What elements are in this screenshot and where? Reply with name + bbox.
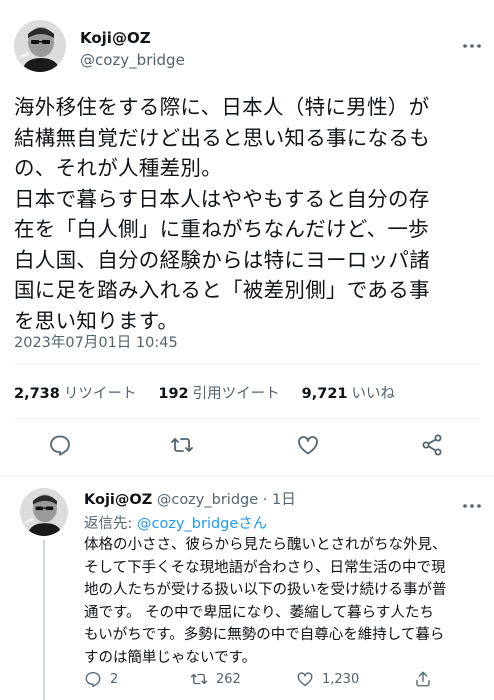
more-options-icon[interactable] bbox=[462, 494, 482, 508]
reply-time[interactable]: 1日 bbox=[272, 492, 296, 508]
like-count: 1,230 bbox=[322, 671, 360, 687]
reply-to-line: 返信先: @cozy_bridgeさん bbox=[84, 512, 267, 533]
tweet-body: 海外移住をする際に、日本人（特に男性）が 結構無自覚だけど出ると思い知る事になる… bbox=[14, 95, 430, 333]
reply-icon bbox=[85, 671, 101, 688]
tweet-timestamp[interactable]: 2023年07月01日 10:45 bbox=[14, 331, 178, 352]
avatar-portrait-image bbox=[20, 488, 68, 536]
quote-count-stat[interactable]: 192 引用ツイート bbox=[158, 382, 279, 403]
retweet-icon bbox=[190, 673, 208, 685]
reply-body: 体格の小ささ、彼らから見たら醜いとされがちな外見、 そして下手くそな現地語が合わ… bbox=[84, 537, 447, 666]
display-name[interactable]: Koji@OZ bbox=[80, 29, 151, 47]
reply-to-label: 返信先: bbox=[84, 516, 137, 532]
reply-action-bar: 2 262 1,230 bbox=[84, 670, 488, 690]
reply-count: 2 bbox=[110, 671, 119, 687]
divider bbox=[14, 363, 480, 364]
share-icon bbox=[416, 671, 430, 687]
tweet-action-bar bbox=[0, 433, 494, 459]
reply-display-name[interactable]: Koji@OZ bbox=[84, 492, 152, 508]
reply-avatar[interactable] bbox=[20, 488, 68, 536]
reply-header: Koji@OZ @cozy_bridge · 1日 bbox=[84, 488, 296, 509]
divider bbox=[14, 418, 480, 419]
thread-connector-line bbox=[43, 540, 45, 700]
retweet-count-stat[interactable]: 2,738 リツイート bbox=[14, 382, 136, 403]
reply-handle[interactable]: @cozy_bridge bbox=[157, 492, 258, 508]
avatar-portrait-image bbox=[14, 20, 66, 72]
reply-icon[interactable] bbox=[48, 433, 72, 457]
like-icon[interactable] bbox=[296, 433, 320, 457]
engagement-stats: 2,738 リツイート 192 引用ツイート 9,721 いいね bbox=[14, 382, 395, 403]
reply-to-handle-link[interactable]: @cozy_bridgeさん bbox=[137, 516, 267, 532]
like-count-stat[interactable]: 9,721 いいね bbox=[302, 382, 395, 403]
user-handle[interactable]: @cozy_bridge bbox=[80, 51, 185, 69]
avatar[interactable] bbox=[14, 20, 66, 72]
divider bbox=[0, 476, 494, 477]
separator-dot: · bbox=[262, 492, 268, 508]
retweet-count: 262 bbox=[216, 671, 241, 687]
like-icon bbox=[297, 672, 313, 687]
reply-like-button[interactable]: 1,230 bbox=[296, 670, 359, 688]
more-options-icon[interactable] bbox=[462, 34, 482, 48]
reply-retweet-button[interactable]: 262 bbox=[190, 670, 241, 688]
share-icon[interactable] bbox=[420, 433, 444, 457]
main-tweet: Koji@OZ @cozy_bridge 海外移住をする際に、日本人（特に男性）… bbox=[0, 0, 494, 476]
retweet-icon[interactable] bbox=[170, 433, 194, 457]
reply-share-button[interactable] bbox=[414, 670, 432, 688]
reply-reply-button[interactable]: 2 bbox=[84, 670, 118, 688]
